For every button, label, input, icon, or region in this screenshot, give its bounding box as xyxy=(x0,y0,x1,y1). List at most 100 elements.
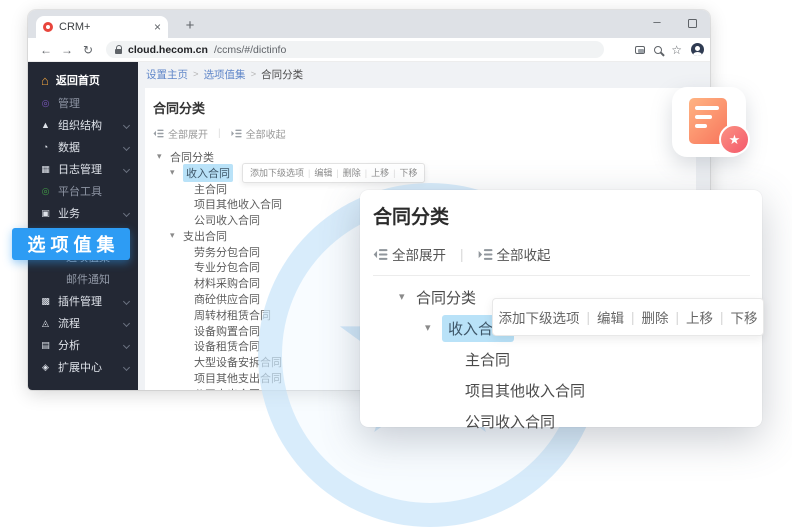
star-glyph: ★ xyxy=(729,133,741,146)
tree-expand-arrow[interactable]: ▾ xyxy=(170,168,179,177)
tree-node[interactable]: 设备购置合同 xyxy=(194,323,260,339)
sidebar-item-mail-notice[interactable]: 邮件通知 xyxy=(28,268,138,290)
magnified-panel: 合同分类 全部展开 | 全部收起 ▾合同分类▾收入合同主合同项目其他收入合同公司… xyxy=(360,190,762,427)
tree-node[interactable]: 主合同 xyxy=(465,349,510,370)
action-move-down[interactable]: 下移 xyxy=(731,307,758,327)
action-delete[interactable]: 删除 xyxy=(343,166,361,179)
url-bar[interactable]: cloud.hecom.cn /ccms/#/dictinfo xyxy=(106,41,604,58)
doc-line xyxy=(695,106,719,110)
tree-row: 主合同 xyxy=(373,344,762,375)
tab-title: CRM+ xyxy=(59,21,148,33)
expand-all-label: 全部展开 xyxy=(392,244,446,264)
collapse-all-button[interactable]: 全部收起 xyxy=(478,244,551,264)
action-delete[interactable]: 删除 xyxy=(642,307,669,327)
reload-button[interactable]: ↻ xyxy=(80,43,96,57)
sidebar-item-plugin-management[interactable]: ▩插件管理 xyxy=(28,290,138,312)
doc-line xyxy=(695,115,712,119)
zoom-icon[interactable] xyxy=(654,46,662,54)
sidebar-item-data[interactable]: ◔数据 xyxy=(28,136,138,158)
tree-node[interactable]: 主合同 xyxy=(194,181,227,197)
profile-avatar[interactable] xyxy=(691,43,704,56)
tree-expand-arrow[interactable]: ▾ xyxy=(425,323,438,334)
tree-node[interactable]: 周转材租赁合同 xyxy=(194,307,271,323)
tree-node[interactable]: 公司收入合同 xyxy=(194,212,260,228)
action-separator: | xyxy=(676,310,680,325)
tab-close-icon[interactable]: × xyxy=(154,21,161,33)
action-separator: | xyxy=(365,168,367,178)
new-tab-button[interactable]: + xyxy=(180,15,200,35)
breadcrumb-settings-home[interactable]: 设置主页 xyxy=(146,67,188,82)
action-separator: | xyxy=(336,168,338,178)
page-title: 合同分类 xyxy=(153,98,688,117)
back-button[interactable]: ← xyxy=(38,43,54,57)
sidebar-item-label: 组织结构 xyxy=(58,117,102,133)
action-move-up[interactable]: 上移 xyxy=(686,307,713,327)
chevron-down-icon xyxy=(123,122,130,129)
tree-node[interactable]: 支出合同 xyxy=(183,228,227,244)
action-add-child-option[interactable]: 添加下级选项 xyxy=(250,166,304,179)
chevron-down-icon xyxy=(123,320,130,327)
tree-expand-arrow[interactable]: ▾ xyxy=(157,152,166,161)
collapse-all-button[interactable]: 全部收起 xyxy=(231,126,286,141)
sidebar: ⌂ 返回首页 ◎管理▲组织结构◔数据▦日志管理◎平台工具▣业务对象管理选项值集邮… xyxy=(28,62,138,390)
bookmark-star-icon[interactable]: ☆ xyxy=(671,44,682,56)
sidebar-item-analysis[interactable]: ▤分析 xyxy=(28,334,138,356)
tree-toolbar: 全部展开 | 全部收起 xyxy=(153,126,688,141)
url-path: /ccms/#/dictinfo xyxy=(214,44,286,56)
collapse-all-label: 全部收起 xyxy=(497,244,551,264)
expand-all-button[interactable]: 全部展开 xyxy=(373,244,446,264)
data-clock-icon: ◔ xyxy=(40,143,51,152)
chevron-down-icon xyxy=(123,364,130,371)
crm-favicon-icon xyxy=(43,22,53,32)
expand-all-icon xyxy=(373,247,388,262)
tree-node[interactable]: 公司收入合同 xyxy=(465,411,555,432)
panel-tree-toolbar: 全部展开 | 全部收起 xyxy=(373,244,762,264)
chevron-down-icon xyxy=(123,342,130,349)
tree-node[interactable]: 项目其他收入合同 xyxy=(465,380,585,401)
tree-expand-arrow[interactable]: ▾ xyxy=(399,292,412,303)
collapse-all-icon xyxy=(231,128,242,139)
sidebar-item-business[interactable]: ▣业务 xyxy=(28,202,138,224)
contract-doc-star-icon: ★ xyxy=(689,98,727,144)
forward-button[interactable]: → xyxy=(59,43,75,57)
breadcrumb-separator: > xyxy=(193,69,199,80)
window-minimize-button[interactable]: – xyxy=(648,14,666,29)
option-value-set-highlight-badge[interactable]: 选项值集 xyxy=(12,228,130,260)
tree-node[interactable]: 项目其他收入合同 xyxy=(194,196,282,212)
window-maximize-button[interactable] xyxy=(688,19,697,28)
tree-node[interactable]: 劳务分包合同 xyxy=(194,244,260,260)
expand-all-button[interactable]: 全部展开 xyxy=(153,126,208,141)
sidebar-item-extension-center[interactable]: ◈扩展中心 xyxy=(28,356,138,378)
sidebar-item-label: 管理 xyxy=(58,95,80,111)
expand-all-icon xyxy=(153,128,164,139)
tree-node-selected[interactable]: 收入合同 xyxy=(183,164,233,182)
action-edit[interactable]: 编辑 xyxy=(314,166,332,179)
tree-node[interactable]: 专业分包合同 xyxy=(194,259,260,275)
tree-node[interactable]: 商砼供应合同 xyxy=(194,291,260,307)
browser-tab[interactable]: CRM+ × xyxy=(36,16,168,38)
tree-node[interactable]: 合同分类 xyxy=(170,149,214,165)
tree-node[interactable]: 公司支出合同 xyxy=(194,386,260,390)
action-move-down[interactable]: 下移 xyxy=(399,166,417,179)
sidebar-item-platform-tools[interactable]: ◎平台工具 xyxy=(28,180,138,202)
breadcrumb-option-value-set[interactable]: 选项值集 xyxy=(204,67,246,82)
node-action-menu: 添加下级选项|编辑|删除|上移|下移 xyxy=(242,163,425,183)
action-add-child-option[interactable]: 添加下级选项 xyxy=(498,307,579,327)
sidebar-item-admin[interactable]: ◎管理 xyxy=(28,92,138,114)
pages-icon[interactable] xyxy=(635,46,645,54)
sidebar-item-log-management[interactable]: ▦日志管理 xyxy=(28,158,138,180)
expand-all-label: 全部展开 xyxy=(168,126,208,141)
tree-node[interactable]: 设备租赁合同 xyxy=(194,338,260,354)
sidebar-home-label: 返回首页 xyxy=(56,72,100,88)
sidebar-item-process[interactable]: ◬流程 xyxy=(28,312,138,334)
sidebar-item-org-structure[interactable]: ▲组织结构 xyxy=(28,114,138,136)
action-edit[interactable]: 编辑 xyxy=(597,307,624,327)
sidebar-item-back-home[interactable]: ⌂ 返回首页 xyxy=(28,68,138,92)
platform-icon: ◎ xyxy=(40,187,51,196)
divider xyxy=(373,275,750,276)
toolbar-separator: | xyxy=(218,128,221,139)
tree-node[interactable]: 材料采购合同 xyxy=(194,275,260,291)
tree-node[interactable]: 合同分类 xyxy=(416,287,476,308)
action-move-up[interactable]: 上移 xyxy=(371,166,389,179)
tree-expand-arrow[interactable]: ▾ xyxy=(170,231,179,240)
